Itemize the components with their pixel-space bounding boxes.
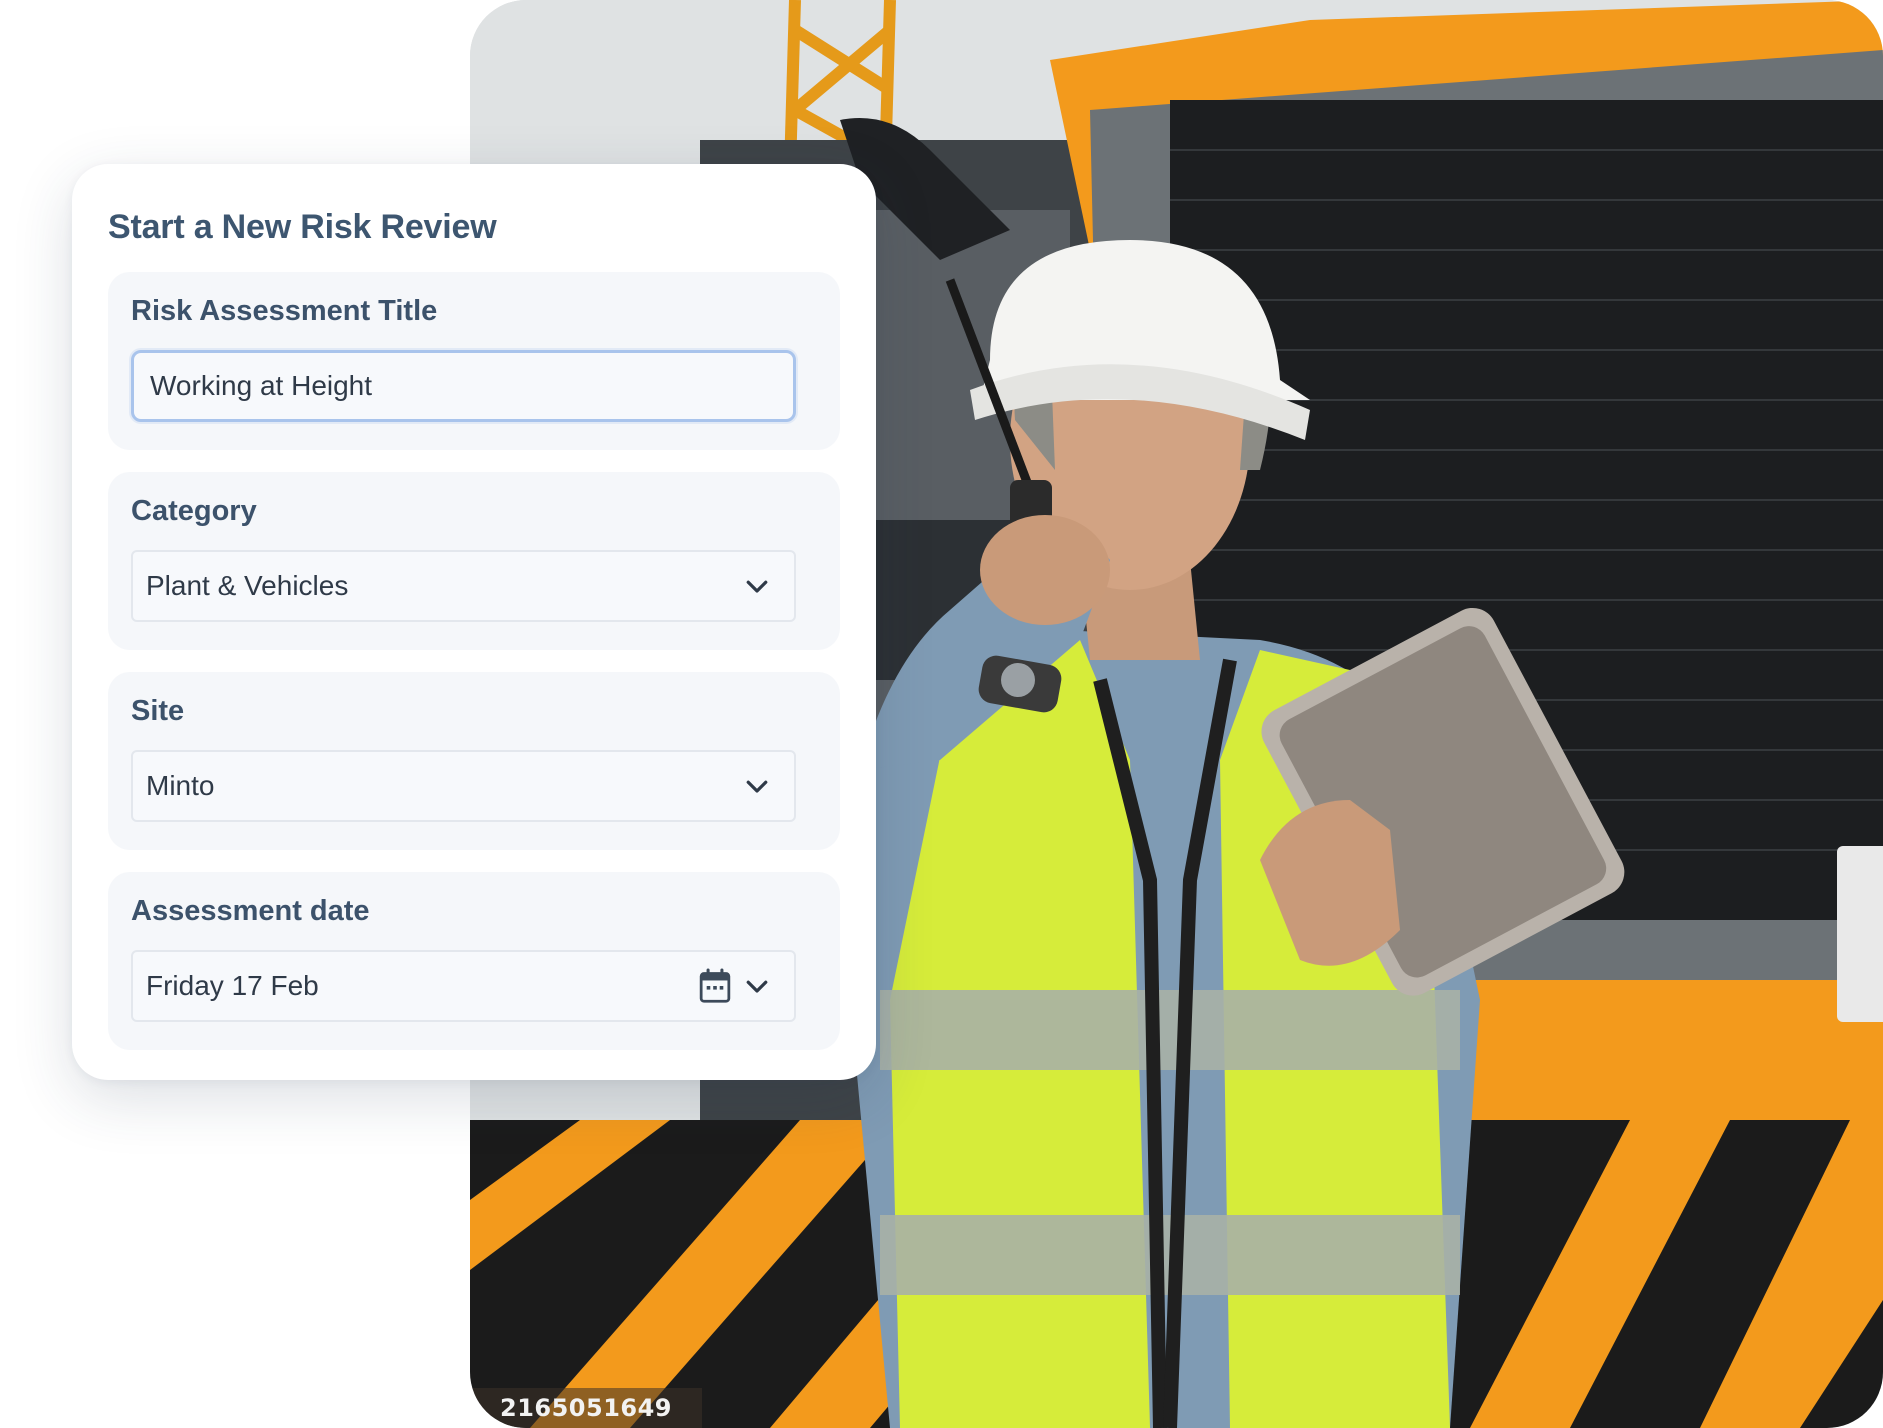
card-title: Start a New Risk Review xyxy=(108,208,497,246)
category-field-group: Category Plant & Vehicles xyxy=(108,472,840,650)
title-input-value: Working at Height xyxy=(150,370,373,401)
stock-image-id: 2165051649 xyxy=(470,1388,702,1428)
title-input[interactable]: Working at Height xyxy=(131,350,796,422)
chevron-down-icon[interactable] xyxy=(742,971,772,1001)
calendar-icon[interactable] xyxy=(698,968,732,1004)
site-select-value: Minto xyxy=(146,770,215,801)
assessment-date-value: Friday 17 Feb xyxy=(146,970,319,1001)
chevron-down-icon[interactable] xyxy=(742,771,772,801)
title-field-label: Risk Assessment Title xyxy=(131,295,438,327)
site-select[interactable]: Minto xyxy=(131,750,796,822)
assessment-date-picker[interactable]: Friday 17 Feb xyxy=(131,950,796,1022)
site-field-label: Site xyxy=(131,695,185,727)
date-field-label: Assessment date xyxy=(131,895,370,927)
date-field-group: Assessment date Friday 17 Feb xyxy=(108,872,840,1050)
category-select[interactable]: Plant & Vehicles xyxy=(131,550,796,622)
chevron-down-icon[interactable] xyxy=(742,571,772,601)
title-field-group: Risk Assessment Title Working at Height xyxy=(108,272,840,450)
category-select-value: Plant & Vehicles xyxy=(146,570,349,601)
side-tab xyxy=(1837,846,1883,1022)
category-field-label: Category xyxy=(131,495,257,527)
site-field-group: Site Minto xyxy=(108,672,840,850)
new-risk-review-card: Start a New Risk Review Risk Assessment … xyxy=(72,164,876,1080)
